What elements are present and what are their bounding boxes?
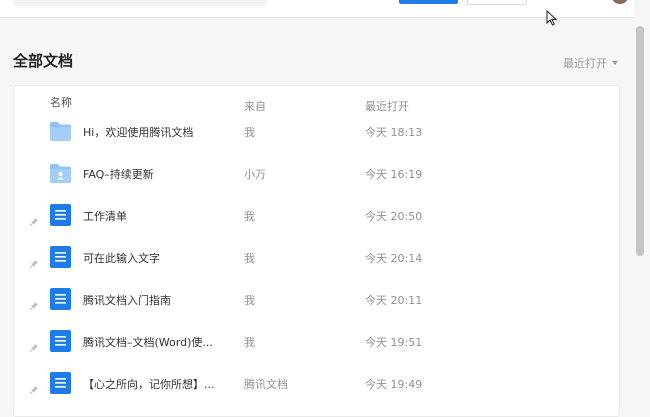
item-last-opened: 今天 20:11: [365, 294, 423, 307]
pin-icon[interactable]: [29, 338, 39, 353]
item-owner: 我: [244, 336, 255, 349]
item-last-opened: 今天 20:50: [365, 210, 423, 223]
item-last-opened: 今天 16:19: [365, 168, 423, 181]
caret-down-icon: [612, 61, 618, 65]
item-title: 【心之所向，记你所想】...: [83, 378, 215, 391]
item-title: FAQ–持续更新: [83, 168, 154, 181]
item-title: 工作清单: [83, 210, 127, 223]
doc-icon: [50, 288, 71, 310]
item-last-opened: 今天 19:49: [365, 378, 423, 391]
item-title: 腾讯文档–文档(Word)使...: [83, 336, 213, 349]
scrollbar-thumb[interactable]: [636, 26, 644, 256]
item-owner: 我: [244, 210, 255, 223]
list-item[interactable]: FAQ–持续更新 小万 今天 16:19: [14, 154, 619, 196]
avatar[interactable]: [612, 0, 628, 4]
pin-icon[interactable]: [29, 380, 39, 395]
page-title: 全部文档: [13, 52, 74, 70]
item-owner: 我: [244, 126, 255, 139]
new-button[interactable]: [399, 0, 458, 4]
pin-icon[interactable]: [29, 296, 39, 311]
list-item[interactable]: 工作清单 我 今天 20:50: [14, 196, 619, 238]
item-title: 可在此输入文字: [83, 252, 160, 265]
list-item[interactable]: 腾讯文档–文档(Word)使... 我 今天 19:51: [14, 322, 619, 364]
sort-dropdown[interactable]: 最近打开: [563, 55, 618, 71]
item-title: Hi，欢迎使用腾讯文档: [83, 126, 194, 139]
item-owner: 小万: [244, 168, 266, 181]
item-last-opened: 今天 18:13: [365, 126, 423, 139]
item-last-opened: 今天 20:14: [365, 252, 423, 265]
list-item[interactable]: 【心之所向，记你所想】... 腾讯文档 今天 19:49: [14, 364, 619, 406]
list-item[interactable]: 可在此输入文字 我 今天 20:14: [14, 238, 619, 280]
document-list: 名称 来自 最近打开 Hi，欢迎使用腾讯文档我今天 18:13 FAQ–持续更新小…: [13, 85, 620, 417]
item-last-opened: 今天 19:51: [365, 336, 423, 349]
sort-label: 最近打开: [563, 57, 607, 70]
list-item[interactable]: Hi，欢迎使用腾讯文档 我 今天 18:13: [14, 112, 619, 154]
top-bar: [0, 0, 634, 18]
folder-icon: [50, 120, 71, 142]
doc-icon: [50, 204, 71, 226]
item-owner: 腾讯文档: [244, 378, 288, 391]
shared-folder-icon: [50, 162, 71, 184]
pin-icon[interactable]: [29, 212, 39, 227]
item-title: 腾讯文档入门指南: [83, 294, 171, 307]
item-owner: 我: [244, 252, 255, 265]
item-owner: 我: [244, 294, 255, 307]
doc-icon: [50, 246, 71, 268]
import-button[interactable]: [467, 0, 527, 5]
list-item[interactable]: 腾讯文档入门指南 我 今天 20:11: [14, 280, 619, 322]
column-header-name[interactable]: 名称: [50, 94, 72, 110]
doc-icon: [50, 372, 71, 394]
mouse-cursor-icon: [546, 10, 558, 26]
doc-icon: [50, 330, 71, 352]
search-box[interactable]: [13, 0, 266, 6]
pin-icon[interactable]: [29, 254, 39, 269]
